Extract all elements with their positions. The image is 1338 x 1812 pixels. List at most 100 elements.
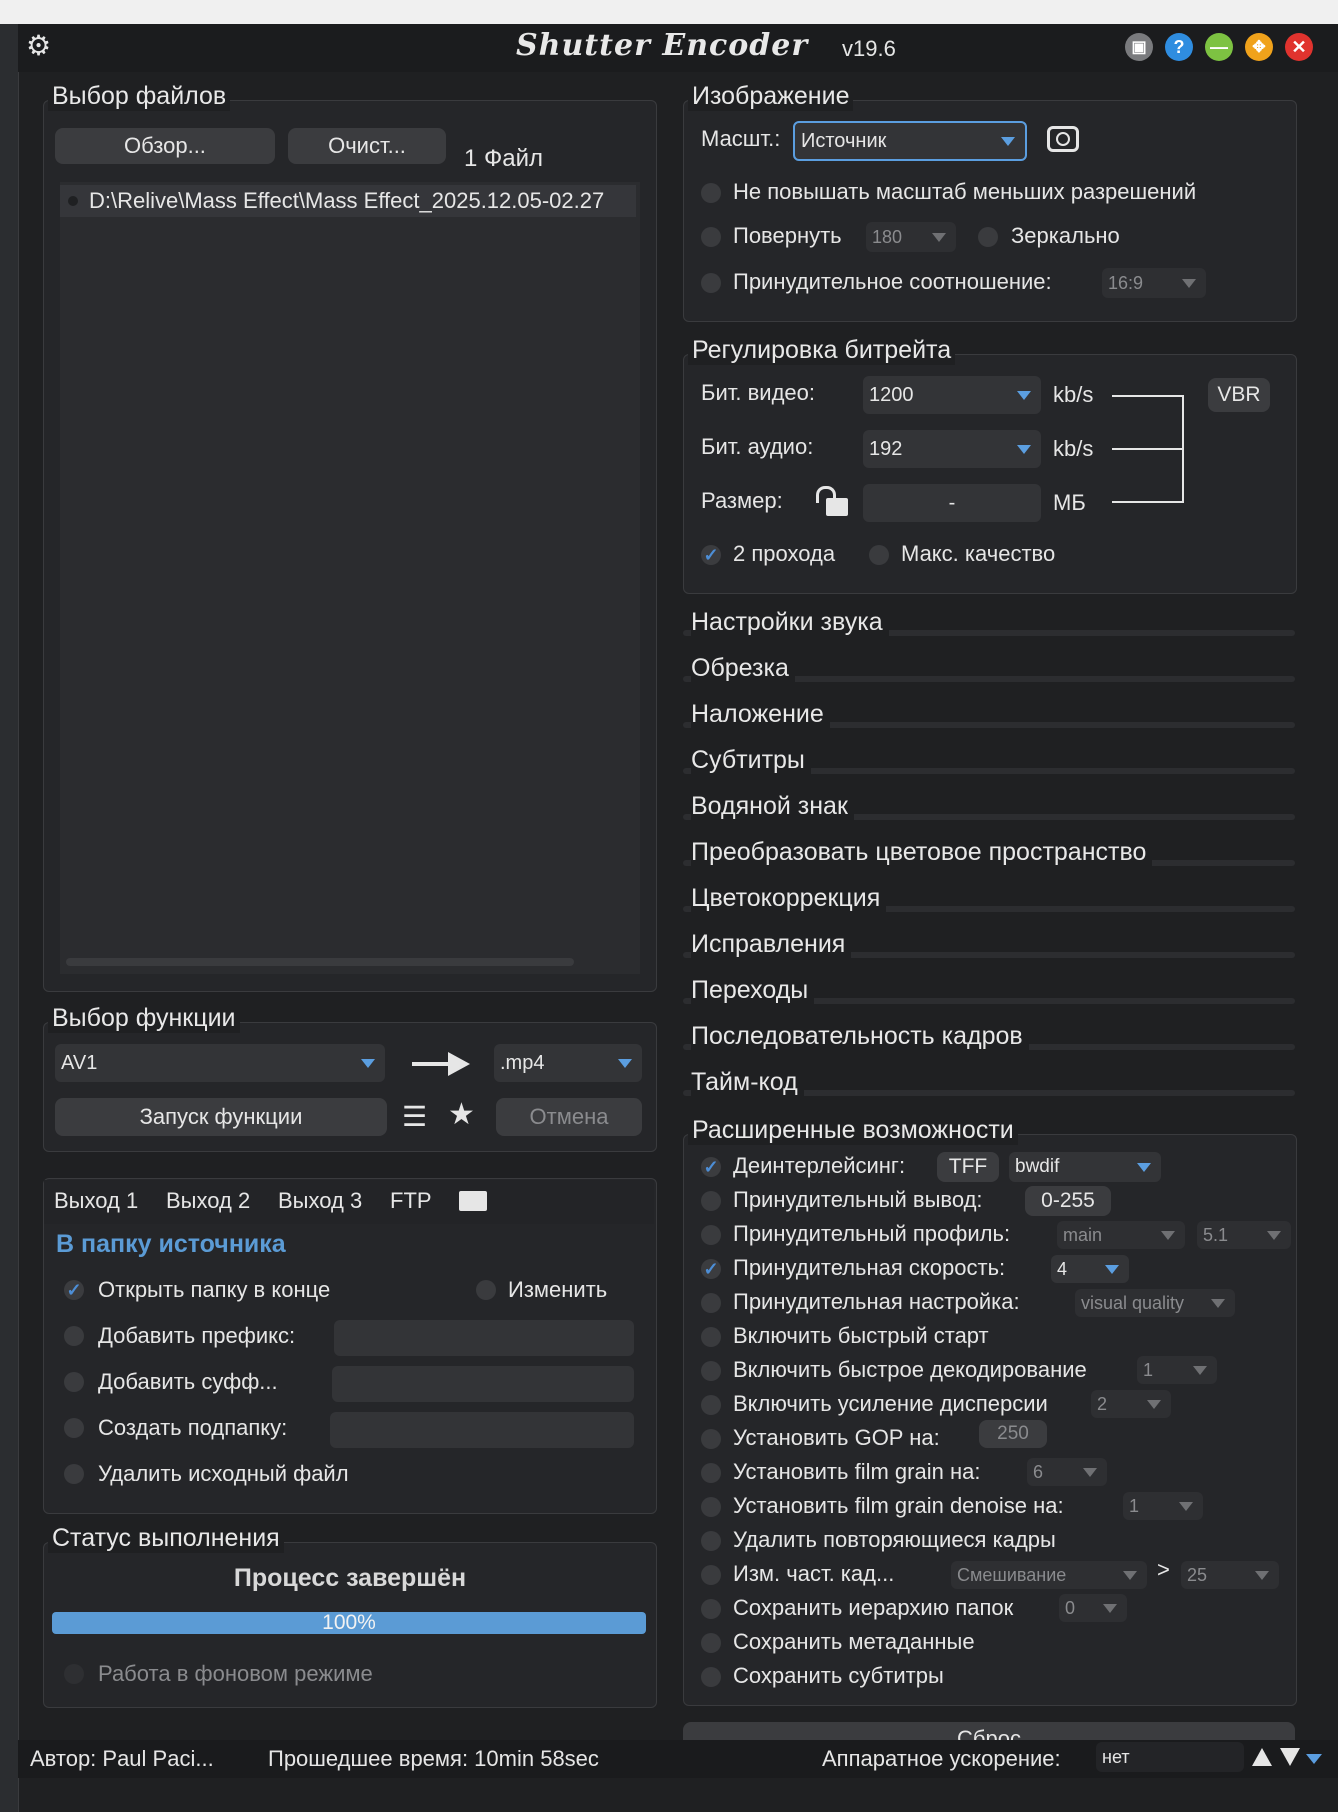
extension-select[interactable]: .mp4 <box>494 1044 642 1082</box>
clear-button[interactable]: Очист... <box>288 128 446 164</box>
force-speed-checkbox[interactable]: ✓ <box>701 1259 721 1279</box>
maximize-icon[interactable]: ✥ <box>1245 33 1273 61</box>
close-icon[interactable]: ✕ <box>1285 33 1313 61</box>
arrow-up-icon[interactable] <box>1252 1748 1272 1766</box>
deinterlace-filter-value: bwdif <box>1015 1156 1060 1177</box>
section-overlay[interactable]: Наложение <box>691 700 830 729</box>
background-checkbox[interactable] <box>64 1664 84 1684</box>
chevron-down-icon <box>1267 1230 1281 1240</box>
deinterlace-filter-select[interactable]: bwdif <box>1009 1152 1161 1182</box>
rotate-checkbox[interactable] <box>701 227 721 247</box>
chevron-down-icon[interactable] <box>1306 1754 1322 1764</box>
level-select[interactable]: 5.1 <box>1197 1221 1291 1249</box>
film-grain-select[interactable]: 6 <box>1027 1458 1107 1486</box>
prefix-input[interactable] <box>334 1320 634 1356</box>
tab-output-1[interactable]: Выход 1 <box>54 1188 138 1214</box>
speed-select[interactable]: 4 <box>1051 1255 1129 1283</box>
deinterlace-checkbox[interactable]: ✓ <box>701 1157 721 1177</box>
section-image-sequence[interactable]: Последовательность кадров <box>691 1022 1029 1051</box>
level-value: 5.1 <box>1203 1224 1229 1245</box>
section-color-correction[interactable]: Цветокоррекция <box>691 884 887 913</box>
minimize-icon[interactable]: — <box>1205 33 1233 61</box>
force-output-checkbox[interactable] <box>701 1191 721 1211</box>
subfolder-input[interactable] <box>330 1412 634 1448</box>
mirror-checkbox[interactable] <box>978 227 998 247</box>
keep-hierarchy-checkbox[interactable] <box>701 1599 721 1619</box>
collapse-icon[interactable]: ▣ <box>1125 33 1153 61</box>
tab-output-2[interactable]: Выход 2 <box>166 1188 250 1214</box>
open-folder-checkbox[interactable]: ✓ <box>64 1280 84 1300</box>
force-ratio-checkbox[interactable] <box>701 273 721 293</box>
denoise-select[interactable]: 1 <box>1123 1492 1203 1520</box>
camera-icon[interactable] <box>1047 126 1079 152</box>
scale-select[interactable]: Источник <box>793 121 1027 161</box>
rotate-value: 180 <box>872 226 903 247</box>
add-prefix-checkbox[interactable] <box>64 1326 84 1346</box>
browse-button[interactable]: Обзор... <box>55 128 275 164</box>
tab-ftp[interactable]: FTP <box>390 1188 432 1214</box>
gear-icon[interactable]: ⚙ <box>26 32 54 60</box>
section-timecode[interactable]: Тайм-код <box>691 1068 804 1097</box>
audio-bitrate-select[interactable]: 192 <box>863 430 1041 468</box>
max-quality-checkbox[interactable] <box>869 545 889 565</box>
star-icon[interactable]: ★ <box>448 1100 478 1130</box>
mail-icon[interactable] <box>459 1191 487 1211</box>
output-destination[interactable]: В папку источника <box>56 1230 286 1259</box>
video-bitrate-select[interactable]: 1200 <box>863 376 1041 414</box>
function-select[interactable]: AV1 <box>55 1044 385 1082</box>
two-pass-checkbox[interactable]: ✓ <box>701 545 721 565</box>
help-icon[interactable]: ? <box>1165 33 1193 61</box>
section-audio[interactable]: Настройки звука <box>691 608 889 637</box>
suffix-input[interactable] <box>332 1366 634 1402</box>
film-grain-denoise-checkbox[interactable] <box>701 1497 721 1517</box>
section-subtitles[interactable]: Субтитры <box>691 746 811 775</box>
start-function-button[interactable]: Запуск функции <box>55 1098 387 1136</box>
section-trim[interactable]: Обрезка <box>691 654 795 683</box>
tab-output-3[interactable]: Выход 3 <box>278 1188 362 1214</box>
gop-input[interactable]: 250 <box>979 1420 1047 1448</box>
arrow-down-icon[interactable] <box>1280 1748 1300 1766</box>
hw-accel-select[interactable]: нет <box>1096 1742 1244 1772</box>
remove-duplicates-checkbox[interactable] <box>701 1531 721 1551</box>
variance-select[interactable]: 2 <box>1091 1390 1171 1418</box>
keep-subtitles-checkbox[interactable] <box>701 1667 721 1687</box>
fps-mode-select[interactable]: Смешивание <box>951 1561 1147 1589</box>
force-profile-checkbox[interactable] <box>701 1225 721 1245</box>
create-subfolder-checkbox[interactable] <box>64 1418 84 1438</box>
section-colorspace[interactable]: Преобразовать цветовое пространство <box>691 838 1153 867</box>
file-list[interactable] <box>60 182 640 974</box>
size-input[interactable]: - <box>863 484 1041 522</box>
vbr-button[interactable]: VBR <box>1208 378 1270 412</box>
delete-source-checkbox[interactable] <box>64 1464 84 1484</box>
keep-metadata-checkbox[interactable] <box>701 1633 721 1653</box>
section-transitions[interactable]: Переходы <box>691 976 815 1005</box>
force-output-button[interactable]: 0-255 <box>1025 1186 1111 1216</box>
force-tune-checkbox[interactable] <box>701 1293 721 1313</box>
gop-checkbox[interactable] <box>701 1429 721 1449</box>
unlock-icon[interactable] <box>816 486 850 518</box>
fast-decode-select[interactable]: 1 <box>1137 1356 1217 1384</box>
menu-icon[interactable]: ☰ <box>402 1103 432 1131</box>
rotate-select[interactable]: 180 <box>866 222 956 252</box>
chevron-down-icon <box>1103 1603 1117 1613</box>
change-fps-checkbox[interactable] <box>701 1565 721 1585</box>
video-bitrate-unit: kb/s <box>1053 382 1094 407</box>
tune-select[interactable]: visual quality <box>1075 1289 1235 1317</box>
hierarchy-select[interactable]: 0 <box>1059 1594 1127 1622</box>
change-checkbox[interactable] <box>476 1280 496 1300</box>
no-upscale-checkbox[interactable] <box>701 183 721 203</box>
profile-select[interactable]: main <box>1057 1221 1185 1249</box>
section-corrections[interactable]: Исправления <box>691 930 852 959</box>
film-grain-checkbox[interactable] <box>701 1463 721 1483</box>
deinterlace-field-button[interactable]: TFF <box>937 1152 999 1182</box>
fast-decode-checkbox[interactable] <box>701 1361 721 1381</box>
section-watermark[interactable]: Водяной знак <box>691 792 854 821</box>
cancel-button[interactable]: Отмена <box>496 1098 642 1136</box>
variance-boost-checkbox[interactable] <box>701 1395 721 1415</box>
file-list-scrollbar[interactable] <box>66 958 574 966</box>
fast-start-checkbox[interactable] <box>701 1327 721 1347</box>
ratio-select[interactable]: 16:9 <box>1102 268 1206 298</box>
fps-value-select[interactable]: 25 <box>1181 1561 1279 1589</box>
add-suffix-checkbox[interactable] <box>64 1372 84 1392</box>
app-version: v19.6 <box>842 36 896 61</box>
